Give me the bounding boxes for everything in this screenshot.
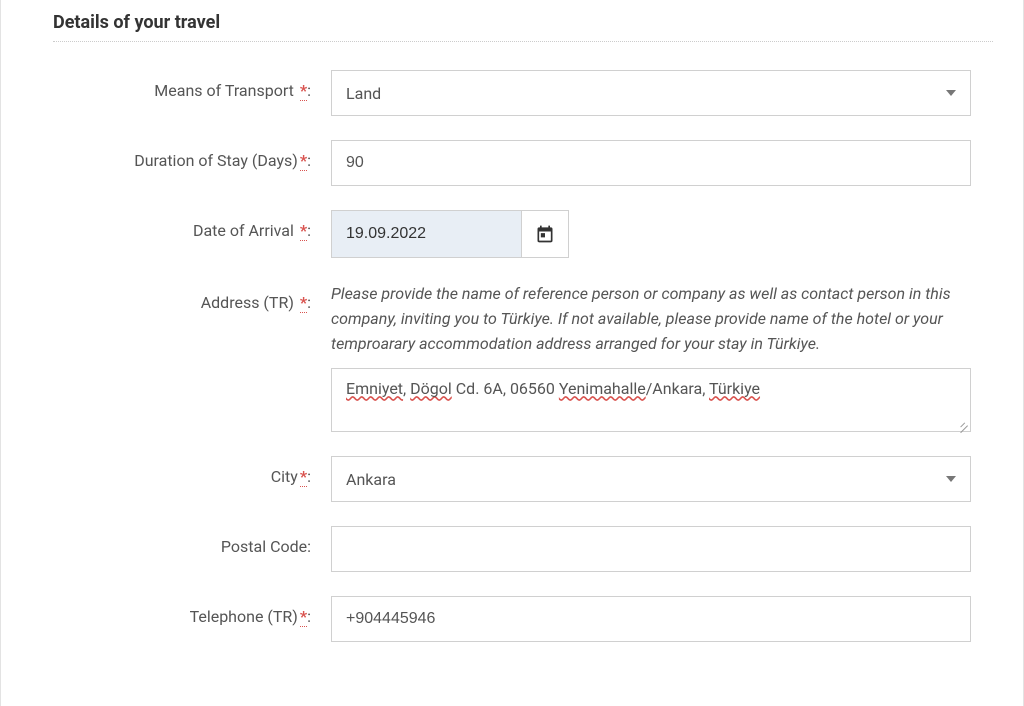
city-select-value: Ankara bbox=[346, 470, 396, 489]
required-marker: * bbox=[300, 607, 307, 627]
arrival-date-input[interactable] bbox=[331, 210, 521, 258]
label-duration-text: Duration of Stay (Days) bbox=[134, 151, 298, 170]
calendar-button[interactable] bbox=[521, 210, 569, 258]
label-city-text: City bbox=[271, 467, 298, 486]
duration-input[interactable] bbox=[331, 140, 971, 186]
form-container: Details of your travel Means of Transpor… bbox=[0, 0, 1024, 706]
row-postal: Postal Code: bbox=[31, 526, 993, 572]
required-marker: * bbox=[300, 293, 307, 313]
city-select[interactable]: Ankara bbox=[331, 456, 971, 502]
label-address: Address (TR) *: bbox=[31, 282, 331, 312]
label-telephone: Telephone (TR)*: bbox=[31, 596, 331, 626]
label-arrival: Date of Arrival *: bbox=[31, 210, 331, 240]
section-title: Details of your travel bbox=[53, 12, 993, 42]
label-duration: Duration of Stay (Days)*: bbox=[31, 140, 331, 170]
required-marker: * bbox=[300, 467, 307, 487]
address-word-4: Türkiye bbox=[709, 379, 760, 398]
transport-select[interactable]: Land bbox=[331, 70, 971, 116]
row-address: Address (TR) *: Please provide the name … bbox=[31, 282, 993, 432]
row-duration: Duration of Stay (Days)*: bbox=[31, 140, 993, 186]
address-sep-3: /Ankara, bbox=[646, 379, 709, 398]
label-transport-text: Means of Transport bbox=[154, 81, 294, 100]
row-transport: Means of Transport *: Land bbox=[31, 70, 993, 116]
address-word-1: Emniyet bbox=[346, 379, 403, 398]
label-transport: Means of Transport *: bbox=[31, 70, 331, 100]
required-marker: * bbox=[300, 221, 307, 241]
row-arrival: Date of Arrival *: bbox=[31, 210, 993, 258]
chevron-down-icon bbox=[946, 476, 956, 482]
label-address-text: Address (TR) bbox=[201, 293, 294, 312]
row-telephone: Telephone (TR)*: bbox=[31, 596, 993, 642]
label-city: City*: bbox=[31, 456, 331, 486]
calendar-icon bbox=[535, 224, 555, 244]
label-postal-text: Postal Code bbox=[221, 537, 307, 556]
address-hint: Please provide the name of reference per… bbox=[331, 282, 971, 356]
address-textarea[interactable]: Emniyet, Dögol Cd. 6A, 06560 Yenimahalle… bbox=[331, 368, 971, 432]
address-sep-2: Cd. 6A, 06560 bbox=[452, 379, 559, 398]
arrival-date-group bbox=[331, 210, 971, 258]
address-word-3: Yenimahalle bbox=[559, 379, 646, 398]
row-city: City*: Ankara bbox=[31, 456, 993, 502]
telephone-input[interactable] bbox=[331, 596, 971, 642]
resize-handle-icon bbox=[956, 417, 968, 429]
address-word-2: Dögol bbox=[410, 379, 452, 398]
label-arrival-text: Date of Arrival bbox=[193, 221, 294, 240]
required-marker: * bbox=[300, 81, 307, 101]
required-marker: * bbox=[300, 151, 307, 171]
transport-select-value: Land bbox=[346, 84, 381, 103]
postal-input[interactable] bbox=[331, 526, 971, 572]
label-postal: Postal Code: bbox=[31, 526, 331, 556]
chevron-down-icon bbox=[946, 90, 956, 96]
label-telephone-text: Telephone (TR) bbox=[190, 607, 298, 626]
